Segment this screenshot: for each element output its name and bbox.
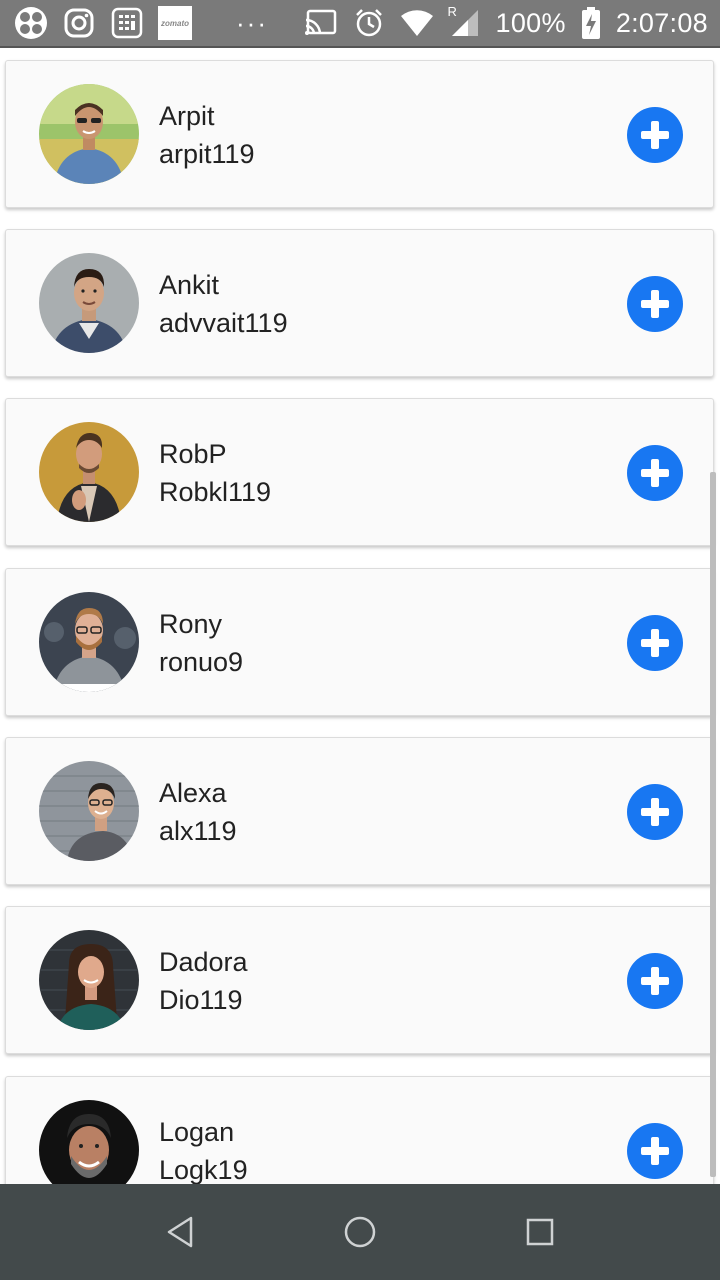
plus-icon [641,290,669,318]
plus-icon [641,967,669,995]
user-handle: Robkl119 [159,477,272,507]
alarm-icon [352,6,386,40]
home-circle-icon [344,1216,376,1248]
avatar [39,1100,139,1184]
user-card: Dadora Dio119 [5,906,714,1054]
calculator-icon [110,6,144,40]
user-handle: alx119 [159,816,237,846]
screen: zomato ··· R 100% 2:07:08 Arpit arpit119… [0,0,720,1280]
status-bar: zomato ··· R 100% 2:07:08 [0,0,720,48]
add-user-button[interactable] [627,276,683,332]
scrollbar[interactable] [710,472,716,1177]
battery-percentage: 100% [495,7,566,38]
user-handle: Logk19 [159,1155,248,1184]
add-user-button[interactable] [627,107,683,163]
user-card: Logan Logk19 [5,1076,714,1184]
add-user-button[interactable] [627,445,683,501]
user-card: Rony ronuo9 [5,568,714,716]
plus-icon [641,121,669,149]
signal-icon: R [448,4,482,40]
more-notifications-icon: ··· [236,7,268,38]
user-handle: Dio119 [159,985,243,1015]
user-name: RobP [159,439,227,469]
battery-charging-icon [580,6,602,40]
user-card: Alexa alx119 [5,737,714,885]
user-handle: ronuo9 [159,647,244,677]
avatar [39,930,139,1030]
cast-icon [304,6,338,40]
avatar [39,592,139,692]
back-triangle-icon [167,1216,193,1248]
user-name: Arpit [159,101,215,131]
plus-icon [641,1137,669,1165]
user-name: Rony [159,609,223,639]
back-button[interactable] [150,1202,210,1262]
navigation-bar [0,1184,720,1280]
user-name: Logan [159,1117,235,1147]
user-card: Arpit arpit119 [5,60,714,208]
add-user-button[interactable] [627,784,683,840]
avatar [39,422,139,522]
plus-icon [641,459,669,487]
plus-icon [641,798,669,826]
user-card: Ankit advvait119 [5,229,714,377]
clock: 2:07:08 [615,7,708,38]
user-name: Dadora [159,947,248,977]
recents-square-icon [526,1218,554,1246]
user-list[interactable]: Arpit arpit119 Ankit advvait119 RobP Rob… [0,50,720,1184]
user-handle: advvait119 [159,308,288,338]
add-user-button[interactable] [627,953,683,1009]
user-card: RobP Robkl119 [5,398,714,546]
pinwheel-icon [14,6,48,40]
avatar [39,253,139,353]
avatar [39,84,139,184]
instagram-icon [62,6,96,40]
home-button[interactable] [330,1202,390,1262]
user-name: Ankit [159,270,220,300]
recents-button[interactable] [510,1202,570,1262]
add-user-button[interactable] [627,1123,683,1179]
avatar [39,761,139,861]
user-handle: arpit119 [159,139,255,169]
plus-icon [641,629,669,657]
user-name: Alexa [159,778,227,808]
add-user-button[interactable] [627,615,683,671]
zomato-icon: zomato [158,6,192,40]
wifi-icon [400,6,434,40]
